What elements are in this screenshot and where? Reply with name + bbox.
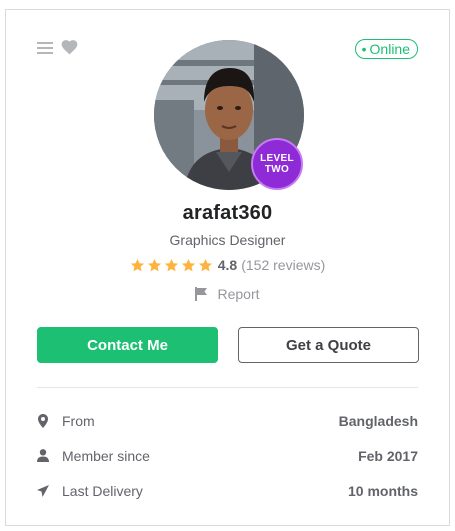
get-a-quote-button[interactable]: Get a Quote xyxy=(238,327,419,363)
report-label: Report xyxy=(217,286,260,302)
star-icon xyxy=(198,258,212,271)
stat-row-from: From Bangladesh xyxy=(37,403,418,438)
online-status-badge: • Online xyxy=(354,39,418,59)
avatar-container: LEVEL TWO xyxy=(154,40,304,190)
stat-value: Feb 2017 xyxy=(358,447,418,464)
report-link[interactable]: Report xyxy=(6,286,449,302)
contact-me-button[interactable]: Contact Me xyxy=(37,327,218,363)
star-rating xyxy=(130,258,213,273)
heart-icon[interactable] xyxy=(61,40,78,55)
seller-tagline: Graphics Designer xyxy=(169,232,286,248)
location-pin-icon xyxy=(37,413,49,428)
seller-stats: From Bangladesh Member since Feb 2017 La… xyxy=(37,403,418,508)
rating-summary: 4.8 (152 reviews) xyxy=(6,257,449,273)
list-icon[interactable] xyxy=(37,41,53,55)
stat-row-last-delivery: Last Delivery 10 months xyxy=(37,473,418,508)
stat-label: Member since xyxy=(62,447,150,464)
paper-plane-icon xyxy=(37,484,49,498)
level-badge: LEVEL TWO xyxy=(251,138,303,190)
stat-row-member-since: Member since Feb 2017 xyxy=(37,438,418,473)
user-icon xyxy=(37,449,49,463)
star-icon xyxy=(164,258,178,271)
star-icon xyxy=(130,258,144,271)
status-label: Online xyxy=(369,41,410,57)
stat-value: Bangladesh xyxy=(338,412,418,429)
username[interactable]: arafat360 xyxy=(6,202,449,225)
top-actions xyxy=(37,40,78,55)
flag-icon xyxy=(195,287,208,301)
status-dot: • xyxy=(361,41,367,57)
star-icon xyxy=(147,258,161,271)
seller-card: • Online LEVEL TWO arafat360 Graphics De… xyxy=(5,9,450,526)
rating-score: 4.8 xyxy=(217,257,238,273)
star-icon xyxy=(181,258,195,271)
stat-label: From xyxy=(62,412,95,429)
level-badge-line1: LEVEL xyxy=(260,153,294,164)
level-badge-line2: TWO xyxy=(264,164,290,175)
divider xyxy=(37,387,418,388)
stat-value: 10 months xyxy=(347,482,418,499)
review-count[interactable]: (152 reviews) xyxy=(241,257,325,273)
stat-label: Last Delivery xyxy=(62,482,143,499)
